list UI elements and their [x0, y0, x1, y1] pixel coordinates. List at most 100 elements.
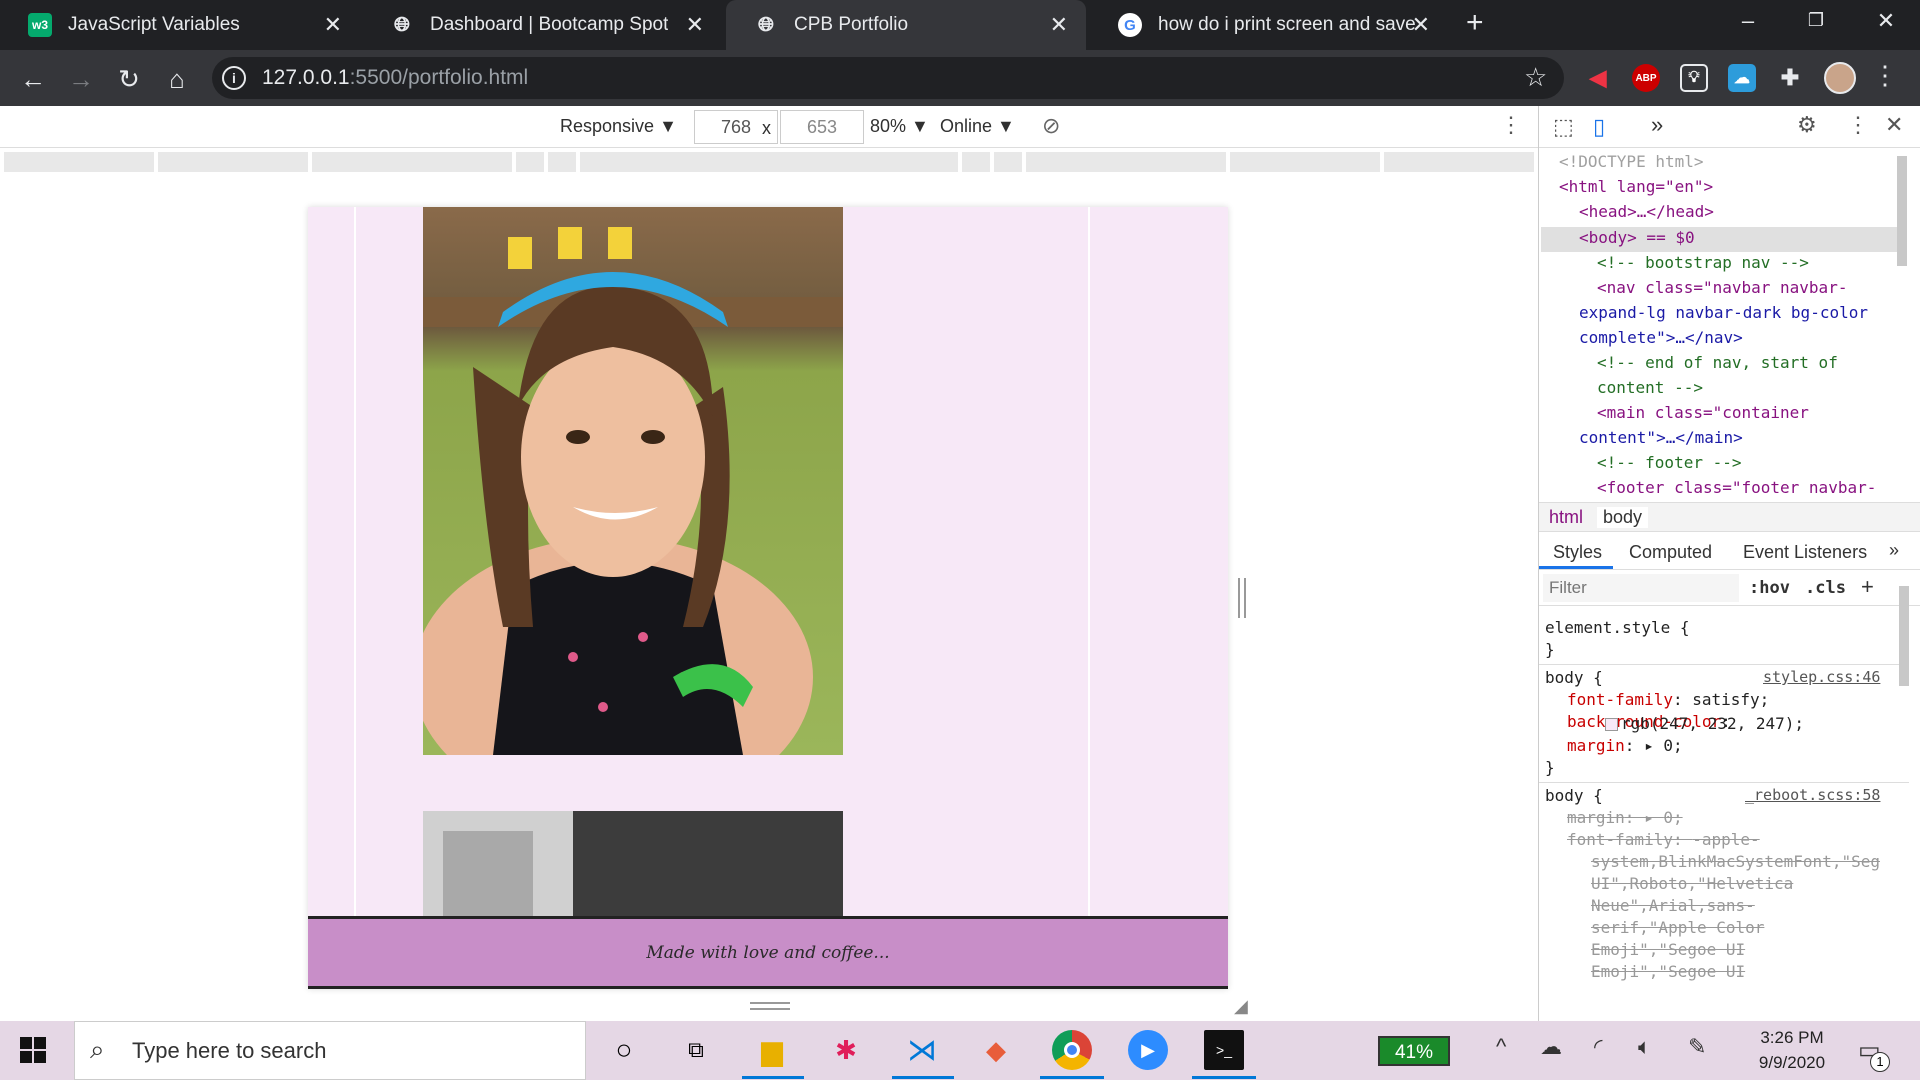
rotate-icon[interactable]: ⊘ — [1042, 113, 1060, 139]
dom-nav-line3[interactable]: complete">…</nav> — [1579, 328, 1743, 347]
forward-icon[interactable]: → — [66, 64, 96, 94]
adblock-extension-icon[interactable]: ABP — [1632, 64, 1660, 92]
window-close-icon[interactable]: ✕ — [1866, 8, 1906, 34]
dom-footer-line1[interactable]: <footer class="footer navbar- — [1597, 478, 1876, 497]
info-icon[interactable]: i — [222, 66, 246, 90]
restore-icon[interactable]: ❐ — [1796, 10, 1836, 31]
zoom-select[interactable]: 80% ▼ — [870, 116, 929, 137]
viewport-resize-handle-right[interactable] — [1238, 578, 1246, 618]
media-query-segment[interactable] — [1230, 152, 1380, 172]
media-query-segment[interactable] — [962, 152, 990, 172]
viewport-resize-corner-icon[interactable]: ◢ — [1234, 996, 1248, 1017]
media-query-segment[interactable] — [548, 152, 576, 172]
dom-doctype[interactable]: <!DOCTYPE html> — [1559, 152, 1704, 171]
chrome-icon[interactable] — [1052, 1030, 1092, 1070]
settings-gear-icon[interactable]: ⚙ — [1797, 112, 1817, 138]
rule1-source-link[interactable]: stylep.css:46 — [1763, 668, 1880, 686]
devtools-menu-icon[interactable]: ⋮ — [1847, 112, 1869, 138]
tab-javascript-variables[interactable]: w3 JavaScript Variables ✕ — [0, 0, 360, 50]
viewport-resize-handle-bottom[interactable] — [750, 1002, 790, 1010]
close-icon[interactable]: ✕ — [1412, 12, 1430, 38]
tab-dashboard[interactable]: 🌐︎ Dashboard | Bootcamp Spot ✕ — [362, 0, 722, 50]
record-extension-icon[interactable]: ◀ — [1584, 64, 1612, 92]
taskbar-clock[interactable]: 3:26 PM 9/9/2020 — [1744, 1025, 1840, 1075]
media-query-segment[interactable] — [1026, 152, 1226, 172]
device-toggle-icon[interactable]: ▯ — [1593, 114, 1605, 140]
close-icon[interactable]: ✕ — [686, 12, 704, 38]
rule2-source-link[interactable]: _reboot.scss:58 — [1745, 786, 1880, 804]
tab-cpb-portfolio[interactable]: 🌐︎ CPB Portfolio ✕ — [726, 0, 1086, 50]
media-query-segment[interactable] — [580, 152, 958, 172]
profile-avatar[interactable] — [1824, 62, 1856, 94]
gitkraken-icon[interactable]: ◆ — [976, 1030, 1016, 1070]
dom-head[interactable]: <head>…</head> — [1579, 202, 1714, 221]
vscode-icon[interactable]: ⋊ — [902, 1030, 942, 1070]
rule2-decl-font-family[interactable]: font-family: -apple- — [1567, 830, 1760, 849]
styles-scrollbar[interactable] — [1899, 586, 1909, 686]
breadcrumb-body[interactable]: body — [1597, 507, 1649, 528]
reload-icon[interactable]: ↻ — [114, 64, 144, 94]
close-icon[interactable]: ✕ — [324, 12, 342, 38]
color-swatch[interactable] — [1605, 718, 1618, 731]
rule2-decl-margin[interactable]: margin: ▸ 0; — [1567, 808, 1683, 827]
tab-google-search[interactable]: G how do i print screen and save to ✕ — [1090, 0, 1448, 50]
dom-comment-content-1[interactable]: <!-- end of nav, start of — [1597, 353, 1838, 372]
bookmark-star-icon[interactable]: ☆ — [1524, 62, 1547, 93]
media-query-segment[interactable] — [4, 152, 154, 172]
device-options-icon[interactable]: ⋮ — [1500, 112, 1522, 138]
cortana-icon[interactable]: ○ — [604, 1030, 644, 1070]
dom-main-line1[interactable]: <main class="container — [1597, 403, 1809, 422]
onedrive-cloud-icon[interactable]: ☁ — [1540, 1034, 1562, 1060]
windows-start-icon[interactable] — [20, 1037, 46, 1063]
task-view-icon[interactable]: ⧉ — [676, 1030, 716, 1070]
home-icon[interactable]: ⌂ — [162, 64, 192, 94]
network-throttle-select[interactable]: Online ▼ — [940, 116, 1015, 137]
zoom-icon[interactable]: ▶ — [1128, 1030, 1168, 1070]
back-icon[interactable]: ← — [18, 64, 48, 94]
pen-icon[interactable]: ✎ — [1688, 1034, 1706, 1060]
element-style-selector[interactable]: element.style { — [1545, 618, 1690, 637]
styles-filter-input[interactable] — [1543, 574, 1739, 602]
minimize-icon[interactable]: – — [1728, 8, 1768, 34]
inspect-element-icon[interactable]: ⬚ — [1553, 114, 1574, 140]
dom-nav-line2[interactable]: expand-lg navbar-dark bg-color — [1579, 303, 1868, 322]
rule2-selector[interactable]: body { — [1545, 786, 1603, 805]
file-explorer-icon[interactable]: ▆ — [752, 1030, 792, 1070]
rule1-decl-margin[interactable]: margin: ▸ 0; — [1567, 736, 1683, 755]
more-tabs-icon[interactable]: » — [1651, 112, 1663, 138]
media-query-segment[interactable] — [994, 152, 1022, 172]
media-query-segment[interactable] — [158, 152, 308, 172]
breadcrumb-html[interactable]: html — [1549, 507, 1583, 528]
chrome-menu-icon[interactable]: ⋮ — [1872, 60, 1898, 91]
media-query-segment[interactable] — [516, 152, 544, 172]
more-panels-icon[interactable]: » — [1889, 540, 1899, 561]
hov-toggle[interactable]: :hov — [1749, 578, 1790, 598]
slack-icon[interactable]: ✱ — [826, 1030, 866, 1070]
cloud-extension-icon[interactable]: ☁ — [1728, 64, 1756, 92]
dom-comment-nav[interactable]: <!-- bootstrap nav --> — [1597, 253, 1809, 272]
dom-html-open[interactable]: <html lang="en"> — [1559, 177, 1713, 196]
url-text[interactable]: 127.0.0.1:5500/portfolio.html — [262, 66, 528, 90]
cls-toggle[interactable]: .cls — [1805, 578, 1846, 598]
device-mode-select[interactable]: Responsive ▼ — [560, 116, 677, 137]
new-tab-button[interactable]: + — [1466, 6, 1484, 40]
terminal-icon[interactable]: >_ — [1204, 1030, 1244, 1070]
dom-main-line2[interactable]: content">…</main> — [1579, 428, 1743, 447]
media-query-segment[interactable] — [1384, 152, 1534, 172]
dom-nav-line1[interactable]: <nav class="navbar navbar- — [1597, 278, 1847, 297]
tab-event-listeners[interactable]: Event Listeners — [1743, 542, 1867, 563]
show-hidden-icons-chevron-up-icon[interactable]: ^ — [1496, 1034, 1506, 1060]
new-rule-icon[interactable]: + — [1861, 574, 1874, 600]
extensions-puzzle-icon[interactable]: ✚ — [1776, 64, 1804, 92]
dom-scrollbar[interactable] — [1897, 156, 1907, 266]
height-input[interactable]: 653 — [780, 110, 864, 144]
bulb-extension-icon[interactable]: 💡︎ — [1680, 64, 1708, 92]
tab-computed[interactable]: Computed — [1629, 542, 1712, 563]
rule1-decl-font-family[interactable]: font-family: satisfy; — [1567, 690, 1769, 709]
volume-icon[interactable]: 🔈︎ — [1638, 1034, 1651, 1060]
devtools-close-icon[interactable]: ✕ — [1885, 112, 1903, 138]
wifi-icon[interactable]: ◜ — [1594, 1034, 1603, 1060]
dom-comment-footer[interactable]: <!-- footer --> — [1597, 453, 1742, 472]
battery-meter[interactable]: 41% — [1378, 1036, 1450, 1066]
tab-styles[interactable]: Styles — [1553, 542, 1602, 563]
